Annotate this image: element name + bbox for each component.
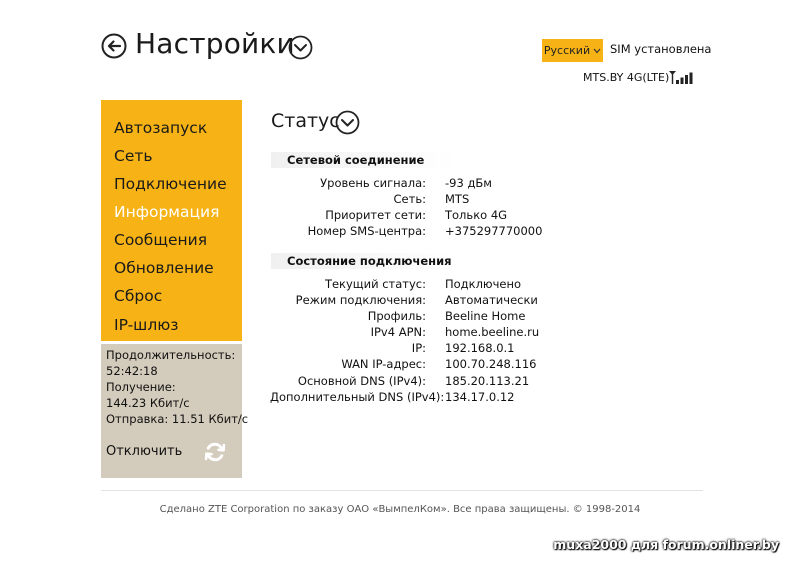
footer-divider [101, 490, 703, 491]
sim-status: SIM установлена [610, 42, 712, 56]
network-group-header: Сетевой соединение [271, 152, 455, 168]
row-label: Текущий статус: [324, 277, 426, 291]
row-value: +375297770000 [445, 224, 543, 238]
row-value: Автоматически [445, 293, 538, 307]
row-label: Номер SMS-центра: [307, 224, 426, 238]
row-value: 185.20.113.21 [445, 374, 530, 388]
row-value: Beeline Home [445, 309, 526, 323]
sidebar-item-messages[interactable]: Сообщения [114, 231, 207, 249]
row-label: Приоритет сети: [325, 208, 426, 222]
title-dropdown-chevron-icon[interactable] [288, 35, 313, 60]
row-value: Только 4G [445, 208, 508, 222]
row-value: Подключено [445, 277, 522, 291]
received-value: 144.23 Кбит/с [106, 396, 190, 410]
row-value: -93 дБм [445, 176, 492, 190]
sent-stat: Отправка: 11.51 Кбит/с [106, 412, 249, 426]
sidebar-item-reset[interactable]: Сброс [114, 287, 162, 305]
chevron-down-icon [593, 48, 601, 53]
back-arrow-icon[interactable] [101, 33, 127, 59]
sidebar-item-connection[interactable]: Подключение [114, 175, 227, 193]
row-label: Сеть: [393, 192, 426, 206]
duration-value: 52:42:18 [106, 364, 158, 378]
row-label: Режим подключения: [295, 293, 426, 307]
language-select-label: Русский [543, 44, 591, 57]
language-select[interactable]: Русский [542, 39, 603, 62]
row-label: Дополнительный DNS (IPv4): [270, 390, 445, 404]
connection-group-header: Состояние подключения [271, 253, 455, 269]
row-label: Уровень сигнала: [320, 176, 426, 190]
row-value: 134.17.0.12 [445, 390, 515, 404]
watermark: muxa2000 для forum.onliner.by [553, 537, 779, 552]
footer-copyright: Сделано ZTE Corporation по заказу ОАО «В… [159, 504, 641, 515]
signal-bars-icon [669, 71, 693, 84]
sidebar-item-ip-gateway[interactable]: IP-шлюз [114, 316, 179, 334]
sidebar-item-update[interactable]: Обновление [114, 259, 214, 277]
row-label: IP: [411, 341, 426, 355]
sidebar-item-information[interactable]: Информация [114, 203, 219, 221]
refresh-icon[interactable] [203, 440, 227, 464]
received-label: Получение: [106, 380, 176, 394]
row-value: 100.70.248.116 [445, 357, 537, 371]
row-value: MTS [445, 192, 470, 206]
row-value: 192.168.0.1 [445, 341, 515, 355]
page-title: Настройки [135, 27, 295, 60]
connection-stats-panel: Продолжительность: 52:42:18 Получение: 1… [101, 344, 248, 478]
network-name: MTS.BY 4G(LTE) [583, 71, 670, 84]
duration-label: Продолжительность: [106, 348, 236, 362]
row-label: Основной DNS (IPv4): [297, 374, 426, 388]
row-label: WAN IP-адрес: [341, 357, 426, 371]
section-dropdown-chevron-icon[interactable] [335, 110, 360, 135]
sidebar-item-autostart[interactable]: Автозапуск [114, 119, 207, 137]
section-title: Статус [271, 110, 340, 132]
sidebar-item-network[interactable]: Сеть [114, 147, 153, 165]
row-label: IPv4 APN: [370, 325, 426, 339]
sidebar-menu: Автозапуск Сеть Подключение Информация С… [101, 100, 242, 341]
row-label: Профиль: [367, 309, 426, 323]
row-value: home.beeline.ru [445, 325, 540, 339]
disconnect-button[interactable]: Отключить [106, 444, 182, 459]
